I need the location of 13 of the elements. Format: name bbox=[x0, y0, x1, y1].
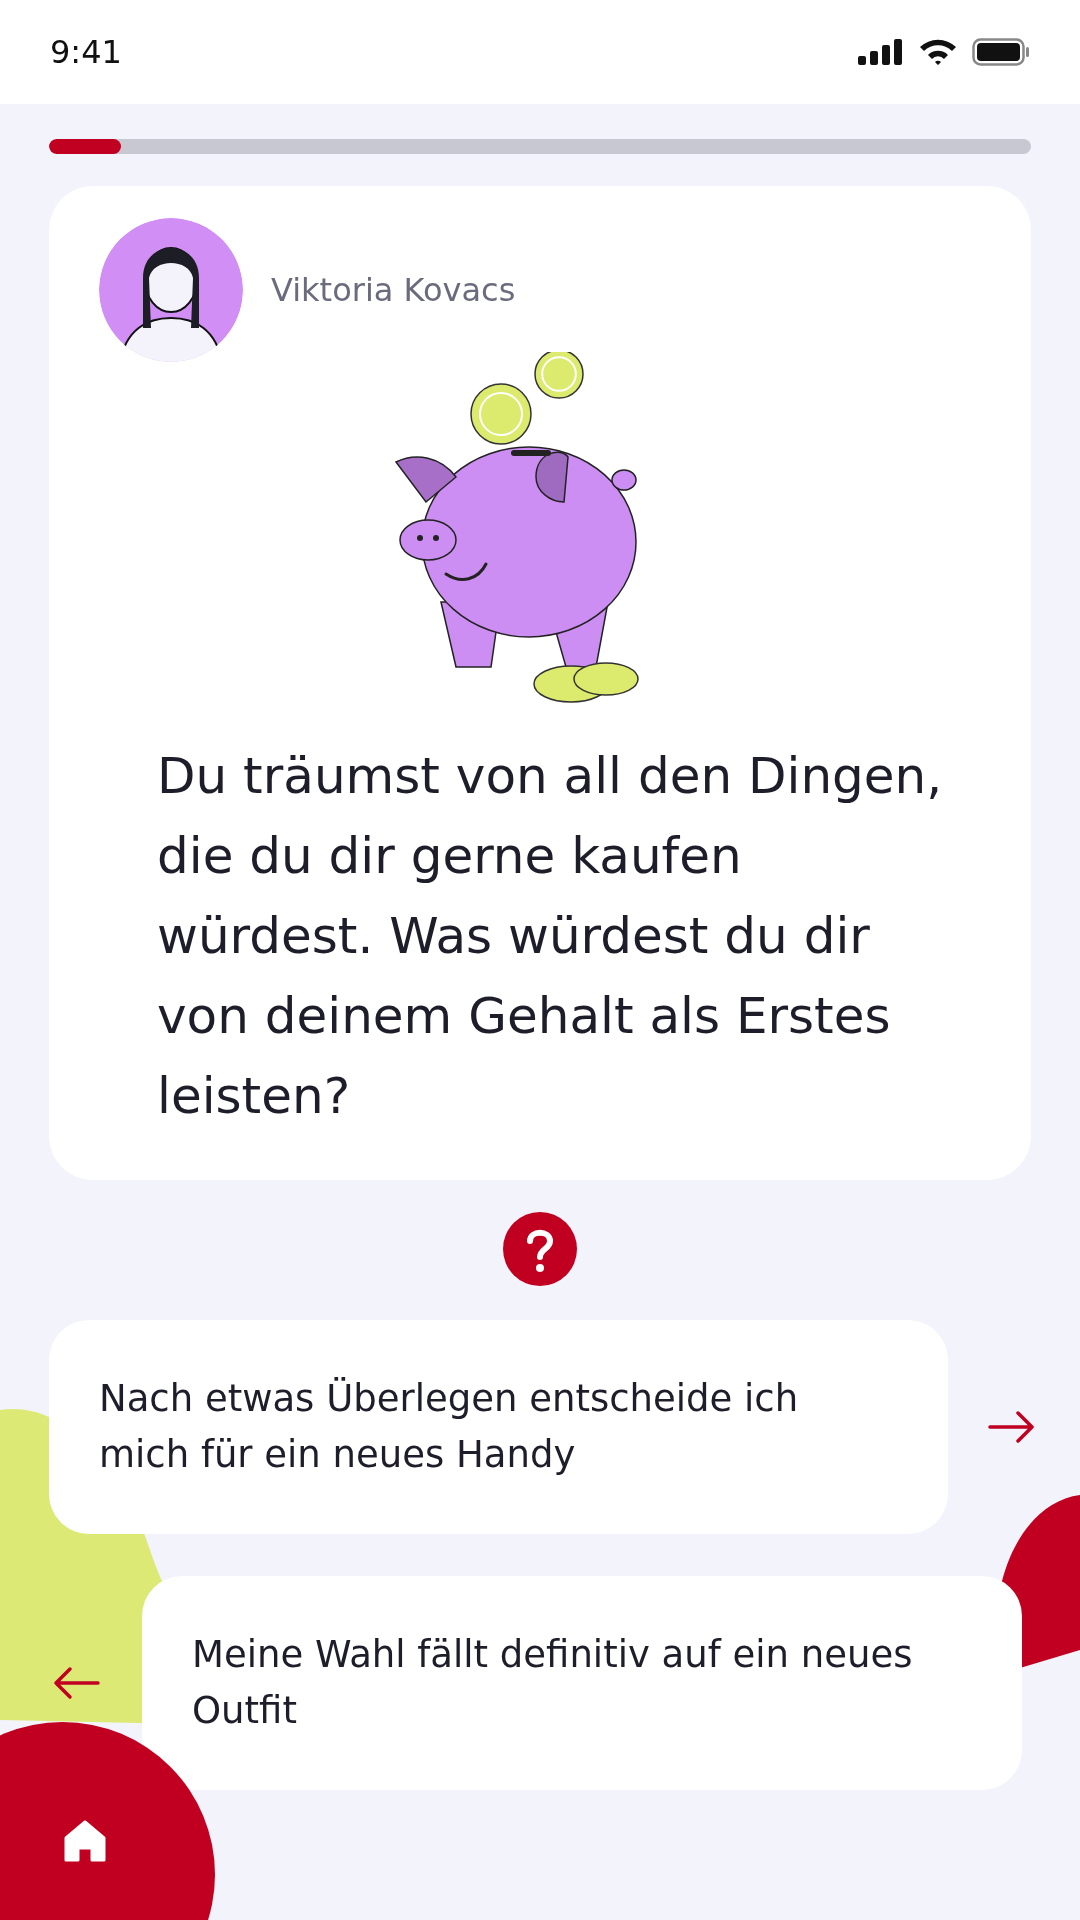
battery-icon bbox=[972, 38, 1030, 66]
arrow-left-icon[interactable] bbox=[52, 1666, 100, 1700]
answer-option[interactable]: Nach etwas Überlegen entscheide ich mich für ein neues Handy bbox=[49, 1320, 948, 1534]
wifi-icon bbox=[918, 38, 958, 66]
arrow-right-icon[interactable] bbox=[988, 1410, 1036, 1444]
home-icon[interactable] bbox=[62, 1818, 108, 1864]
question-text: Du träumst von all den Dingen, die du dir gerne kaufen würdest. Was würdest du dir von deinem Gehalt als Erstes leisten? bbox=[157, 746, 944, 1127]
author-name: Viktoria Kovacs bbox=[271, 271, 516, 309]
help-icon[interactable] bbox=[503, 1212, 577, 1286]
avatar-icon bbox=[99, 218, 243, 362]
answer-option[interactable]: Meine Wahl fällt definitiv auf ein neues Outfit bbox=[142, 1576, 1022, 1790]
status-time: 9:41 bbox=[50, 33, 122, 71]
signal-icon bbox=[858, 39, 904, 65]
